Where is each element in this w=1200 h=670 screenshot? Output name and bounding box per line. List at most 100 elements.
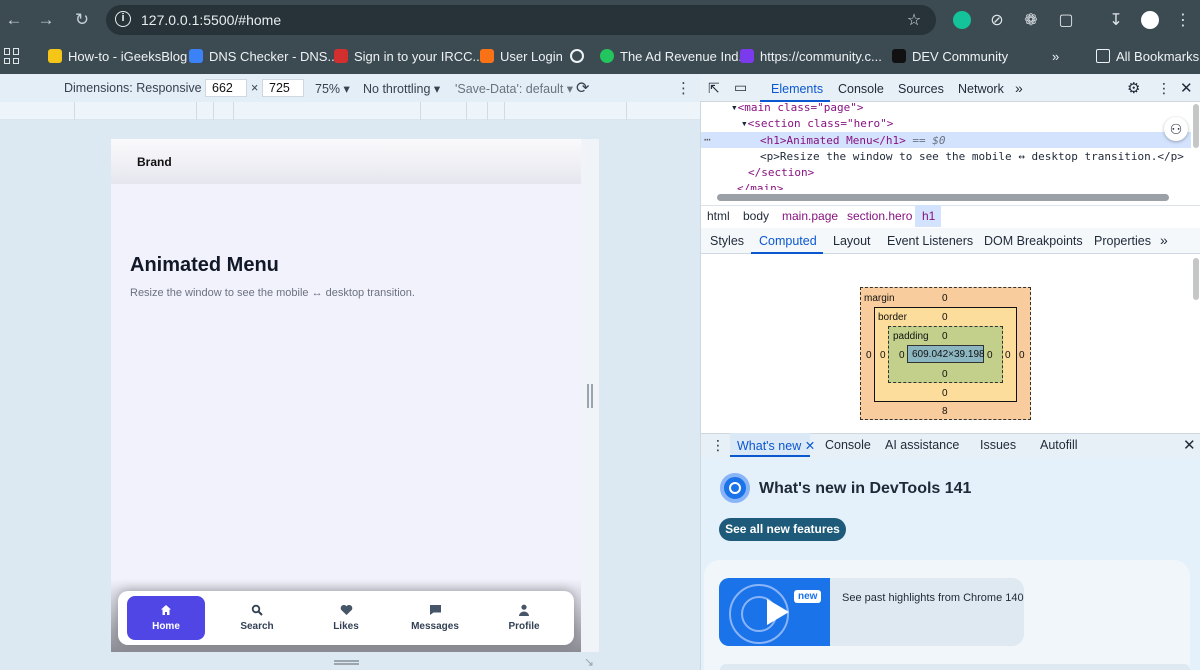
drawer-tab-whats-new[interactable]: What's new ✕ — [737, 438, 815, 453]
padding-right-value[interactable]: 0 — [987, 350, 993, 361]
margin-bottom-value[interactable]: 8 — [942, 406, 948, 417]
drawer-tab-autofill[interactable]: Autofill — [1040, 438, 1078, 452]
dom-horizontal-scrollbar[interactable] — [703, 193, 1185, 203]
dom-main-open[interactable]: ▾<main class="page"> — [731, 101, 863, 114]
subtab-computed[interactable]: Computed — [759, 234, 817, 248]
subtab-styles[interactable]: Styles — [710, 234, 744, 248]
subtab-layout[interactable]: Layout — [833, 234, 871, 248]
all-bookmarks-folder[interactable]: All Bookmarks — [1096, 47, 1199, 65]
crumb-h1[interactable]: h1 — [922, 209, 935, 223]
nav-likes[interactable]: Likes — [307, 591, 385, 645]
tab-elements[interactable]: Elements — [771, 82, 823, 96]
globe-shortcut-icon[interactable] — [570, 47, 584, 65]
crumb-body[interactable]: body — [743, 209, 769, 223]
dom-main-close[interactable]: </main> — [737, 182, 783, 190]
save-data-dropdown[interactable]: 'Save-Data': default ▾ — [455, 81, 573, 96]
dom-h1-line[interactable]: <h1>Animated Menu</h1> == $0 — [760, 134, 945, 147]
zoom-dropdown[interactable]: 75% ▾ — [315, 81, 350, 96]
nav-messages[interactable]: Messages — [396, 591, 474, 645]
margin-left-value[interactable]: 0 — [866, 350, 872, 361]
computed-scrollbar[interactable] — [1193, 258, 1199, 300]
back-icon[interactable]: ← — [4, 10, 24, 30]
bookmark-item[interactable]: DEV Community — [892, 47, 1008, 65]
content-size-value[interactable]: 609.042×39.198 — [912, 349, 985, 360]
drawer-tab-console[interactable]: Console — [825, 438, 871, 452]
rotate-icon[interactable]: ⟳ — [576, 78, 589, 98]
dom-section-close[interactable]: </section> — [748, 166, 814, 179]
accessibility-icon[interactable]: ⚇ — [1164, 117, 1188, 141]
more-subtabs-icon[interactable]: » — [1160, 232, 1168, 248]
dom-p-line[interactable]: <p>Resize the window to see the mobile ↔… — [760, 150, 1184, 163]
extensions-puzzle-icon[interactable]: ▢ — [1055, 9, 1077, 31]
star-icon[interactable]: ☆ — [903, 9, 925, 31]
settings-gear-icon[interactable]: ⚙ — [1127, 79, 1140, 97]
bookmark-item[interactable]: https://community.c... — [740, 47, 882, 65]
apps-grid-icon[interactable] — [4, 48, 20, 64]
bookmark-item[interactable]: The Ad Revenue Ind... — [600, 47, 749, 65]
nav-profile[interactable]: Profile — [485, 591, 563, 645]
brand-logo[interactable]: Brand — [137, 155, 172, 169]
device-options-icon[interactable]: ⋮ — [676, 79, 691, 97]
dom-row-dots-icon[interactable]: ⋯ — [704, 133, 711, 146]
tab-console[interactable]: Console — [838, 82, 884, 96]
subtab-event-listeners[interactable]: Event Listeners — [887, 234, 973, 248]
inspect-element-icon[interactable]: ⇱ — [708, 80, 720, 97]
tab-sources[interactable]: Sources — [898, 82, 944, 96]
see-all-features-button[interactable]: See all new features — [719, 518, 846, 541]
kebab-menu-icon[interactable]: ⋮ — [1172, 9, 1194, 31]
throttling-dropdown[interactable]: No throttling ▾ — [363, 81, 440, 96]
margin-right-value[interactable]: 0 — [1019, 350, 1025, 361]
dom-section-open[interactable]: ▾<section class="hero"> — [741, 117, 893, 130]
reload-icon[interactable]: ↻ — [72, 10, 92, 30]
corner-resize-handle[interactable]: ↘ — [584, 655, 596, 669]
border-right-value[interactable]: 0 — [1005, 350, 1011, 361]
bookmark-label: https://community.c... — [760, 48, 882, 64]
border-top-value[interactable]: 0 — [942, 312, 948, 323]
forward-icon[interactable]: → — [36, 10, 56, 30]
nav-search[interactable]: Search — [218, 591, 296, 645]
dimensions-dropdown[interactable]: Dimensions: Responsive — [64, 81, 202, 95]
bookmark-item[interactable]: How-to - iGeeksBlog — [48, 47, 187, 65]
close-drawer-icon[interactable]: ✕ — [1183, 436, 1196, 454]
height-input[interactable]: 725 — [262, 79, 304, 97]
download-icon[interactable]: ↧ — [1105, 9, 1127, 31]
subtab-dom-breakpoints[interactable]: DOM Breakpoints — [984, 234, 1083, 248]
border-bottom-value[interactable]: 0 — [942, 388, 948, 399]
past-highlights-text[interactable]: See past highlights from Chrome 140 — [842, 592, 1024, 604]
width-resize-handle[interactable] — [587, 384, 593, 408]
padding-top-value[interactable]: 0 — [942, 331, 948, 342]
width-input[interactable]: 662 — [205, 79, 247, 97]
dom-vertical-scrollbar[interactable] — [1193, 104, 1199, 148]
margin-top-value[interactable]: 0 — [942, 293, 948, 304]
bookmark-item[interactable]: DNS Checker - DNS... — [189, 47, 338, 65]
border-left-value[interactable]: 0 — [880, 350, 886, 361]
nav-home[interactable]: Home — [127, 596, 205, 640]
crumb-main[interactable]: main.page — [782, 209, 838, 223]
devtools-menu-icon[interactable]: ⋮ — [1157, 80, 1171, 97]
padding-bottom-value[interactable]: 0 — [942, 369, 948, 380]
extension-blocked-icon[interactable]: ⊘ — [986, 9, 1008, 31]
url-text[interactable]: 127.0.0.1:5500/#home — [141, 12, 281, 28]
close-tab-icon[interactable]: ✕ — [805, 439, 815, 453]
more-tabs-icon[interactable]: » — [1015, 80, 1023, 96]
drawer-tab-issues[interactable]: Issues — [980, 438, 1016, 452]
media-query-ruler[interactable] — [0, 102, 700, 120]
extension-gear-icon[interactable]: ❁ — [1020, 9, 1042, 31]
profile-avatar-icon[interactable] — [1139, 9, 1161, 31]
site-info-icon[interactable]: i — [115, 11, 131, 27]
video-thumbnail[interactable]: new — [719, 578, 830, 646]
grammarly-icon[interactable] — [951, 9, 973, 31]
bookmark-item[interactable]: Sign in to your IRCC... — [334, 47, 483, 65]
device-toggle-icon[interactable]: ▭ — [734, 79, 747, 96]
drawer-tab-ai-assistance[interactable]: AI assistance — [885, 438, 959, 452]
height-resize-handle[interactable] — [334, 660, 359, 665]
tab-network[interactable]: Network — [958, 82, 1004, 96]
crumb-section[interactable]: section.hero — [847, 209, 912, 223]
crumb-html[interactable]: html — [707, 209, 730, 223]
subtab-properties[interactable]: Properties — [1094, 234, 1151, 248]
padding-left-value[interactable]: 0 — [899, 350, 905, 361]
bookmark-item[interactable]: User Login — [480, 47, 563, 65]
close-devtools-icon[interactable]: ✕ — [1180, 79, 1193, 97]
drawer-menu-icon[interactable]: ⋮ — [711, 437, 725, 454]
more-bookmarks-icon[interactable]: » — [1052, 47, 1059, 65]
